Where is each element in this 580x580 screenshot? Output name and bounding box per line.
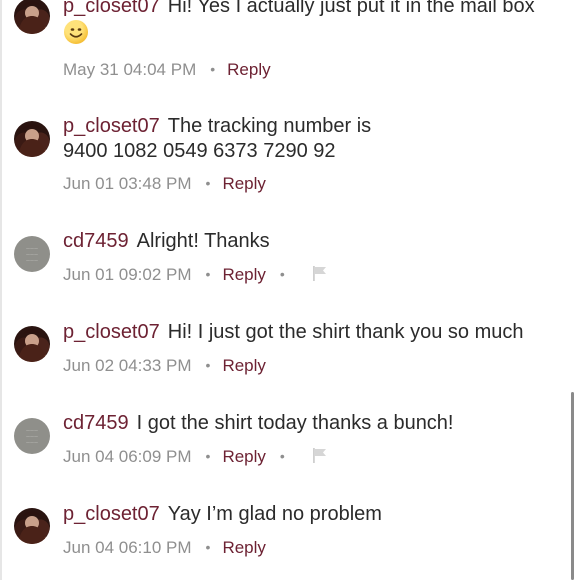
default-avatar[interactable]: ——— ——— ———	[14, 418, 50, 454]
comment-message-line-2: 9400 1082 0549 6373 7290 92	[63, 140, 336, 162]
timestamp: Jun 01 09:02 PM	[63, 265, 192, 284]
reply-button[interactable]: Reply	[222, 265, 265, 284]
comment-message: The tracking number is	[167, 115, 372, 137]
username-link[interactable]: cd7459	[63, 230, 129, 252]
scrollbar-thumb[interactable]	[571, 392, 574, 580]
user-avatar[interactable]	[14, 508, 50, 544]
separator-dot: •	[205, 357, 211, 373]
comment-meta: Jun 01 09:02 PM • Reply •	[63, 263, 329, 288]
separator-dot: •	[210, 61, 216, 77]
comment-message: Hi! I just got the shirt thank you so mu…	[167, 321, 524, 343]
reply-button[interactable]: Reply	[222, 174, 265, 193]
user-avatar[interactable]	[14, 326, 50, 362]
separator-dot: •	[205, 448, 211, 464]
comment-message: Yay I’m glad no problem	[167, 503, 382, 525]
timestamp: Jun 04 06:10 PM	[63, 538, 192, 557]
reply-button[interactable]: Reply	[222, 538, 265, 557]
reply-button[interactable]: Reply	[222, 447, 265, 466]
comment-text: cd7459 I got the shirt today thanks a bun…	[63, 411, 454, 435]
username-link[interactable]: p_closet07	[63, 503, 160, 525]
timestamp: Jun 02 04:33 PM	[63, 356, 192, 375]
comment-text: p_closet07 Hi! Yes I actually just put it…	[63, 0, 535, 18]
username-link[interactable]: p_closet07	[63, 0, 160, 17]
left-border	[0, 0, 2, 580]
comment-message: Alright! Thanks	[136, 230, 270, 252]
username-link[interactable]: cd7459	[63, 412, 129, 434]
comment-text: p_closet07 The tracking number is	[63, 114, 371, 138]
timestamp: Jun 01 03:48 PM	[63, 174, 192, 193]
separator-dot: •	[205, 266, 211, 282]
comment-meta: Jun 04 06:09 PM • Reply •	[63, 445, 329, 470]
comment-meta: Jun 02 04:33 PM • Reply	[63, 354, 266, 377]
timestamp: May 31 04:04 PM	[63, 60, 197, 79]
comment-meta: May 31 04:04 PM • Reply	[63, 58, 271, 81]
comment-meta: Jun 01 03:48 PM • Reply	[63, 172, 266, 195]
separator-dot: •	[279, 266, 285, 282]
default-avatar[interactable]: ——— ——— ———	[14, 236, 50, 272]
reply-button[interactable]: Reply	[227, 60, 270, 79]
reply-button[interactable]: Reply	[222, 356, 265, 375]
comment-meta: Jun 04 06:10 PM • Reply	[63, 536, 266, 559]
separator-dot: •	[279, 448, 285, 464]
comment-text: p_closet07 Yay I’m glad no problem	[63, 502, 382, 526]
timestamp: Jun 04 06:09 PM	[63, 447, 192, 466]
comment-text: p_closet07 Hi! I just got the shirt thank…	[63, 320, 523, 344]
smiling-face-emoji-icon	[64, 20, 88, 44]
username-link[interactable]: p_closet07	[63, 115, 160, 137]
user-avatar[interactable]	[14, 0, 50, 34]
comment-message: Hi! Yes I actually just put it in the ma…	[167, 0, 535, 17]
flag-icon[interactable]	[311, 446, 329, 470]
separator-dot: •	[205, 539, 211, 555]
separator-dot: •	[205, 175, 211, 191]
username-link[interactable]: p_closet07	[63, 321, 160, 343]
flag-icon[interactable]	[311, 264, 329, 288]
comment-text: cd7459 Alright! Thanks	[63, 229, 270, 253]
user-avatar[interactable]	[14, 121, 50, 157]
comment-message: I got the shirt today thanks a bunch!	[136, 412, 454, 434]
